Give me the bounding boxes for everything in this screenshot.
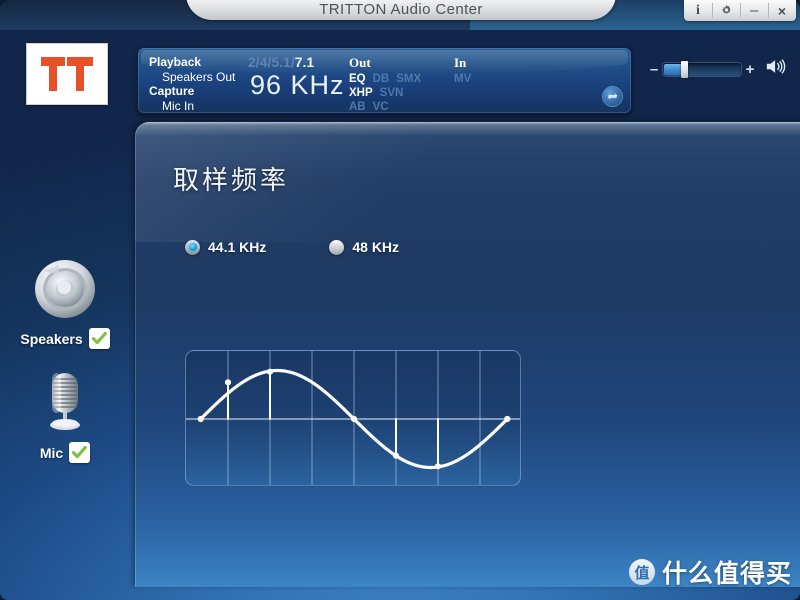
- mic-enabled-badge[interactable]: [69, 442, 91, 463]
- speaker-icon[interactable]: [765, 58, 787, 80]
- flag-smx[interactable]: SMX: [396, 73, 421, 85]
- minimize-icon: –: [749, 1, 759, 19]
- out-flag-row-1: EQ DB SMX: [349, 73, 421, 85]
- speaker-glyph-icon: [766, 59, 786, 74]
- capture-label: Capture: [149, 84, 195, 98]
- out-flag-row-3: AB VC: [349, 101, 421, 113]
- out-column: Out EQ DB SMX XHP SVN AB VC: [349, 55, 421, 113]
- channel-active: 7.1: [294, 54, 315, 70]
- volume-slider-handle[interactable]: [681, 60, 688, 78]
- waveform-svg: [186, 351, 520, 485]
- content-panel: 取样频率 44.1 KHz 48 KHz: [135, 122, 800, 587]
- page-title: 取样频率: [173, 166, 290, 196]
- in-flag-row-1: MV: [454, 73, 471, 85]
- sidebar-item-speakers[interactable]: Speakers: [10, 255, 120, 349]
- playback-device: Speakers Out: [162, 70, 236, 84]
- flag-db[interactable]: DB: [373, 73, 390, 85]
- tritton-logo: [26, 43, 108, 105]
- watermark-badge: 值: [628, 559, 655, 585]
- volume-down-button[interactable]: –: [648, 61, 660, 78]
- radio-44-1-khz[interactable]: 44.1 KHz: [185, 239, 266, 255]
- sidebar-item-mic[interactable]: Mic: [10, 365, 120, 463]
- radio-unselected-icon: [329, 239, 345, 255]
- swap-arrows-icon: [607, 93, 618, 100]
- status-display-panel: Playback Speakers Out Capture Mic In 2/4…: [137, 47, 632, 114]
- title-bar[interactable]: TRITTON Audio Center: [186, 0, 616, 20]
- radio-44-1-khz-label: 44.1 KHz: [208, 239, 267, 255]
- close-icon: ×: [777, 2, 787, 19]
- watermark: 值 什么值得买: [628, 554, 792, 590]
- mic-row: Mic: [10, 442, 120, 463]
- info-button[interactable]: i: [684, 0, 712, 21]
- radio-48-khz[interactable]: 48 KHz: [329, 239, 399, 255]
- application-window: TRITTON Audio Center i – × Playback Spea…: [0, 0, 800, 600]
- flag-mv[interactable]: MV: [454, 73, 471, 85]
- flag-ab[interactable]: AB: [349, 101, 366, 113]
- capture-device: Mic In: [162, 99, 195, 113]
- speakers-label: Speakers: [20, 330, 83, 347]
- settings-button[interactable]: [712, 0, 740, 21]
- radio-selected-icon: [185, 239, 200, 255]
- flag-vc[interactable]: VC: [373, 101, 389, 113]
- volume-slider[interactable]: [663, 60, 741, 78]
- microphone-device-icon: [50, 373, 80, 430]
- window-title: TRITTON Audio Center: [319, 1, 483, 18]
- tritton-logo-icon: [41, 57, 93, 91]
- sample-rate-options: 44.1 KHz 48 KHz: [185, 239, 399, 255]
- radio-48-khz-label: 48 KHz: [352, 239, 400, 255]
- out-header: Out: [349, 55, 371, 70]
- volume-control: – +: [648, 58, 788, 80]
- in-column: In MV: [454, 55, 471, 85]
- out-flag-row-2: XHP SVN: [349, 87, 421, 99]
- volume-up-button[interactable]: +: [744, 61, 756, 78]
- watermark-text: 什么值得买: [661, 559, 792, 588]
- gear-icon: [721, 5, 731, 14]
- in-header: In: [454, 55, 467, 70]
- channel-inactive: 2/4/5.1/: [248, 54, 295, 70]
- speakers-row: Speakers: [10, 328, 120, 349]
- sample-rate-readout: 96 KHz: [250, 70, 345, 100]
- speaker-device-icon: [35, 260, 95, 318]
- playback-label: Playback: [149, 55, 202, 69]
- flag-svn[interactable]: SVN: [380, 87, 404, 99]
- minimize-button[interactable]: –: [740, 0, 768, 21]
- info-icon: i: [696, 2, 700, 18]
- flag-xhp[interactable]: XHP: [349, 87, 373, 99]
- speakers-enabled-badge[interactable]: [88, 328, 110, 349]
- mic-label: Mic: [39, 444, 64, 461]
- close-button[interactable]: ×: [768, 0, 796, 21]
- channel-config: 2/4/5.1/7.1: [248, 54, 314, 70]
- check-icon: [72, 446, 88, 459]
- flag-eq[interactable]: EQ: [349, 73, 366, 85]
- check-icon: [91, 332, 107, 345]
- waveform-chart: [185, 350, 521, 486]
- swap-icon[interactable]: [603, 87, 622, 106]
- window-controls: i – ×: [684, 0, 796, 21]
